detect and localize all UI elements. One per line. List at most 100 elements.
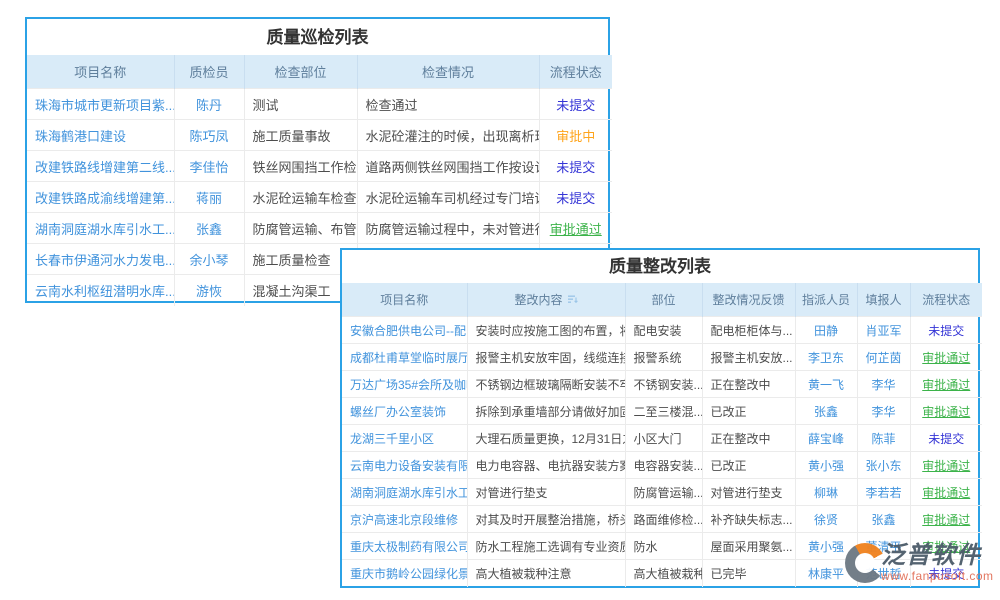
header-row: 项目名称质检员检查部位检查情况流程状态 [27, 55, 612, 89]
cell-inspector[interactable]: 张鑫 [174, 213, 244, 244]
cell-result: 水泥砼灌注的时候，出现离析现象 [357, 120, 539, 151]
cell-part: 电容器安装... [625, 452, 702, 479]
rectification-table-title: 质量整改列表 [342, 250, 978, 283]
column-header-label: 整改情况反馈 [712, 293, 784, 307]
cell-part: 防腐管运输、布管 [244, 213, 357, 244]
watermark-brand: 泛普软件 [881, 543, 994, 568]
cell-part: 小区大门 [625, 425, 702, 452]
cell-reporter[interactable]: 肖亚军 [857, 317, 910, 344]
cell-assignee[interactable]: 黄一飞 [795, 371, 857, 398]
cell-project[interactable]: 改建铁路成渝线增建第... [27, 182, 174, 213]
cell-reporter[interactable]: 张小东 [857, 452, 910, 479]
cell-feedback: 对管进行垫支 [702, 479, 795, 506]
cell-feedback: 补齐缺失标志... [702, 506, 795, 533]
cell-result: 道路两侧铁丝网围挡工作按设计... [357, 151, 539, 182]
cell-inspector[interactable]: 游恢 [174, 275, 244, 306]
cell-feedback: 已完毕 [702, 560, 795, 587]
cell-status[interactable]: 审批通过 [910, 506, 982, 533]
cell-reporter[interactable]: 李若若 [857, 479, 910, 506]
cell-part: 铁丝网围挡工作检查 [244, 151, 357, 182]
column-header-label: 整改内容 [514, 293, 562, 307]
cell-status[interactable]: 审批通过 [910, 398, 982, 425]
column-header-label: 检查部位 [274, 65, 326, 80]
cell-reporter[interactable]: 陈菲 [857, 425, 910, 452]
table-row: 京沪高速北京段维修对其及时开展整治措施，桥头...路面维修检...补齐缺失标志.… [342, 506, 982, 533]
cell-project[interactable]: 螺丝厂办公室装饰 [342, 398, 467, 425]
cell-feedback: 已改正 [702, 398, 795, 425]
cell-project[interactable]: 万达广场35#会所及咖啡厅空... [342, 371, 467, 398]
cell-assignee[interactable]: 田静 [795, 317, 857, 344]
cell-inspector[interactable]: 李佳怡 [174, 151, 244, 182]
cell-part: 防水 [625, 533, 702, 560]
cell-part: 施工质量事故 [244, 120, 357, 151]
cell-feedback: 已改正 [702, 452, 795, 479]
cell-status[interactable]: 审批通过 [910, 479, 982, 506]
cell-assignee[interactable]: 黄小强 [795, 452, 857, 479]
cell-project[interactable]: 改建铁路线增建第二线... [27, 151, 174, 182]
cell-part: 二至三楼混... [625, 398, 702, 425]
cell-status[interactable]: 审批通过 [910, 452, 982, 479]
table-row: 云南电力设备安装有限公司20...电力电容器、电抗器安装方案,...电容器安装.… [342, 452, 982, 479]
cell-project[interactable]: 安徽合肥供电公司--配电设备... [342, 317, 467, 344]
cell-part: 测试 [244, 89, 357, 120]
sort-icon[interactable] [567, 294, 578, 308]
cell-project[interactable]: 重庆市鹅岭公园绿化景观提升... [342, 560, 467, 587]
cell-assignee[interactable]: 徐贤 [795, 506, 857, 533]
cell-part: 不锈钢安装... [625, 371, 702, 398]
column-header-label: 流程状态 [922, 293, 970, 307]
table-row: 成都杜甫草堂临时展厅独立展...报警主机安放牢固，线缆连接...报警系统报警主机… [342, 344, 982, 371]
cell-status[interactable]: 审批通过 [910, 371, 982, 398]
cell-status[interactable]: 未提交 [539, 151, 612, 182]
column-header-assignee: 指派人员 [795, 283, 857, 317]
cell-project[interactable]: 湖南洞庭湖水库引水工程施工标 [342, 479, 467, 506]
cell-feedback: 屋面采用聚氨... [702, 533, 795, 560]
column-header-part: 部位 [625, 283, 702, 317]
cell-assignee[interactable]: 柳琳 [795, 479, 857, 506]
cell-status[interactable]: 未提交 [910, 317, 982, 344]
cell-assignee[interactable]: 李卫东 [795, 344, 857, 371]
cell-status[interactable]: 未提交 [910, 425, 982, 452]
cell-project[interactable]: 珠海鹤港口建设 [27, 120, 174, 151]
cell-content: 大理石质量更换，12月31日之... [467, 425, 625, 452]
watermark: 泛普软件 www.fanpusoft.com [845, 543, 994, 583]
cell-reporter[interactable]: 李华 [857, 371, 910, 398]
column-header-content[interactable]: 整改内容 [467, 283, 625, 317]
cell-inspector[interactable]: 蒋丽 [174, 182, 244, 213]
header-row: 项目名称整改内容部位整改情况反馈指派人员填报人流程状态 [342, 283, 982, 317]
cell-project[interactable]: 龙湖三千里小区 [342, 425, 467, 452]
cell-part: 防腐管运输... [625, 479, 702, 506]
column-header-label: 检查情况 [422, 65, 474, 80]
cell-content: 高大植被栽种注意 [467, 560, 625, 587]
cell-project[interactable]: 珠海市城市更新项目紫... [27, 89, 174, 120]
cell-project[interactable]: 京沪高速北京段维修 [342, 506, 467, 533]
table-row: 安徽合肥供电公司--配电设备...安装时应按施工图的布置，将...配电安装配电柜… [342, 317, 982, 344]
column-header-label: 项目名称 [380, 293, 428, 307]
cell-project[interactable]: 云南水利枢纽潜明水库... [27, 275, 174, 306]
cell-part: 报警系统 [625, 344, 702, 371]
cell-project[interactable]: 成都杜甫草堂临时展厅独立展... [342, 344, 467, 371]
cell-status[interactable]: 未提交 [539, 89, 612, 120]
cell-result: 水泥砼运输车司机经过专门培训... [357, 182, 539, 213]
cell-content: 防水工程施工选调有专业资质... [467, 533, 625, 560]
cell-result: 检查通过 [357, 89, 539, 120]
cell-reporter[interactable]: 何芷茵 [857, 344, 910, 371]
cell-project[interactable]: 湖南洞庭湖水库引水工... [27, 213, 174, 244]
cell-project[interactable]: 重庆太极制药有限公司亳州中... [342, 533, 467, 560]
cell-status[interactable]: 审批中 [539, 120, 612, 151]
cell-project[interactable]: 长春市伊通河水力发电... [27, 244, 174, 275]
table-row: 万达广场35#会所及咖啡厅空...不锈钢边框玻璃隔断安装不牢...不锈钢安装..… [342, 371, 982, 398]
cell-status[interactable]: 审批通过 [910, 344, 982, 371]
cell-part: 路面维修检... [625, 506, 702, 533]
cell-inspector[interactable]: 余小琴 [174, 244, 244, 275]
table-row: 螺丝厂办公室装饰拆除到承重墙部分请做好加固...二至三楼混...已改正张鑫李华审… [342, 398, 982, 425]
cell-assignee[interactable]: 张鑫 [795, 398, 857, 425]
cell-inspector[interactable]: 陈丹 [174, 89, 244, 120]
cell-status[interactable]: 审批通过 [539, 213, 612, 244]
cell-status[interactable]: 未提交 [539, 182, 612, 213]
cell-project[interactable]: 云南电力设备安装有限公司20... [342, 452, 467, 479]
cell-reporter[interactable]: 李华 [857, 398, 910, 425]
cell-assignee[interactable]: 薛宝峰 [795, 425, 857, 452]
cell-reporter[interactable]: 张鑫 [857, 506, 910, 533]
cell-inspector[interactable]: 陈巧凤 [174, 120, 244, 151]
cell-part: 高大植被栽种 [625, 560, 702, 587]
